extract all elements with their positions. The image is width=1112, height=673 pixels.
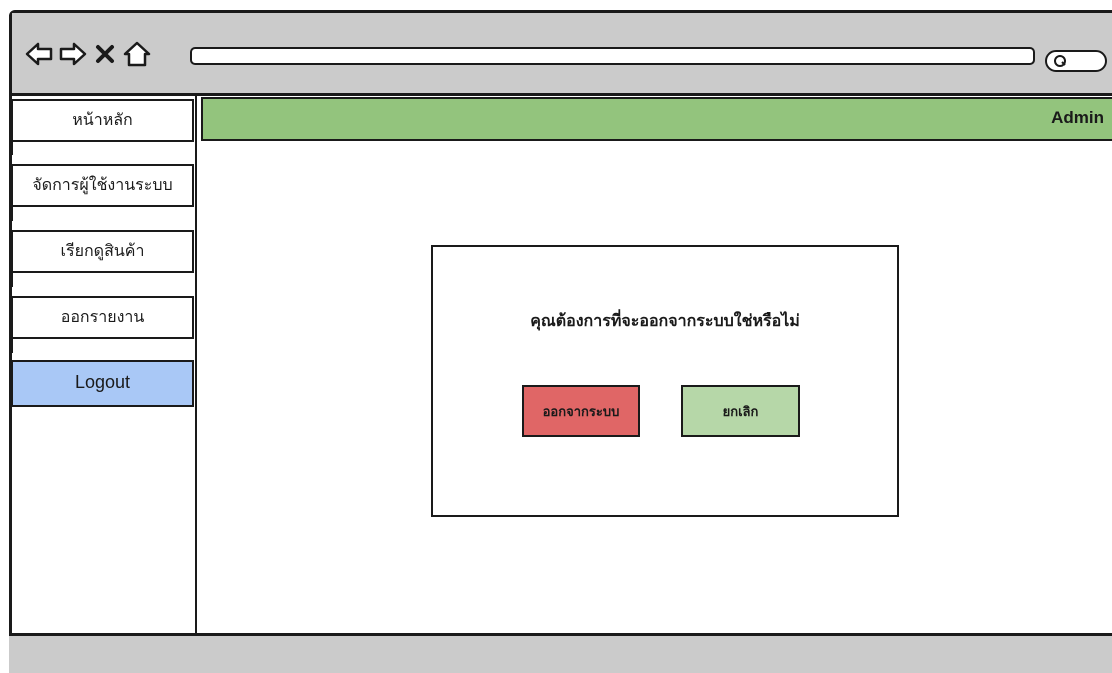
- sidebar-item-label: ออกรายงาน: [60, 307, 145, 326]
- home-icon[interactable]: [122, 39, 152, 69]
- cancel-button[interactable]: ยกเลิก: [681, 385, 800, 437]
- sidebar-item-label: เรียกดูสินค้า: [60, 241, 145, 260]
- sidebar-item-home[interactable]: หน้าหลัก: [11, 99, 194, 142]
- sidebar-item-label: Logout: [74, 372, 131, 392]
- search-icon: [1054, 55, 1066, 67]
- sidebar-divider: [11, 207, 13, 221]
- confirm-logout-button[interactable]: ออกจากระบบ: [522, 385, 640, 437]
- forward-arrow-icon[interactable]: [58, 39, 88, 69]
- back-arrow-icon[interactable]: [24, 39, 54, 69]
- logout-confirm-dialog: คุณต้องการที่จะออกจากระบบใช่หรือไม่ ออกจ…: [431, 245, 899, 517]
- status-bar: [9, 633, 1112, 673]
- sidebar-nav: หน้าหลัก จัดการผู้ใช้งานระบบ เรียกดูสินค…: [9, 93, 197, 643]
- browser-window: Admin หน้าหลัก จัดการผู้ใช้งานระบบ เรียก…: [9, 10, 1112, 673]
- sidebar-item-logout[interactable]: Logout: [11, 360, 194, 407]
- sidebar-item-label: จัดการผู้ใช้งานระบบ: [32, 175, 173, 194]
- sidebar-divider: [11, 273, 13, 287]
- sidebar-item-user-management[interactable]: จัดการผู้ใช้งานระบบ: [11, 164, 194, 207]
- sidebar-item-label: หน้าหลัก: [72, 110, 133, 129]
- close-icon[interactable]: [94, 43, 116, 65]
- sidebar-divider: [11, 141, 13, 155]
- sidebar-divider: [11, 339, 13, 353]
- current-user-label: Admin: [1051, 108, 1104, 127]
- search-field[interactable]: [1045, 50, 1107, 72]
- url-input[interactable]: [190, 47, 1035, 65]
- sidebar-item-reports[interactable]: ออกรายงาน: [11, 296, 194, 339]
- dialog-message: คุณต้องการที่จะออกจากระบบใช่หรือไม่: [530, 311, 800, 330]
- sidebar-item-browse-products[interactable]: เรียกดูสินค้า: [11, 230, 194, 273]
- browser-toolbar: [12, 13, 1112, 96]
- top-header-bar: Admin: [201, 97, 1112, 141]
